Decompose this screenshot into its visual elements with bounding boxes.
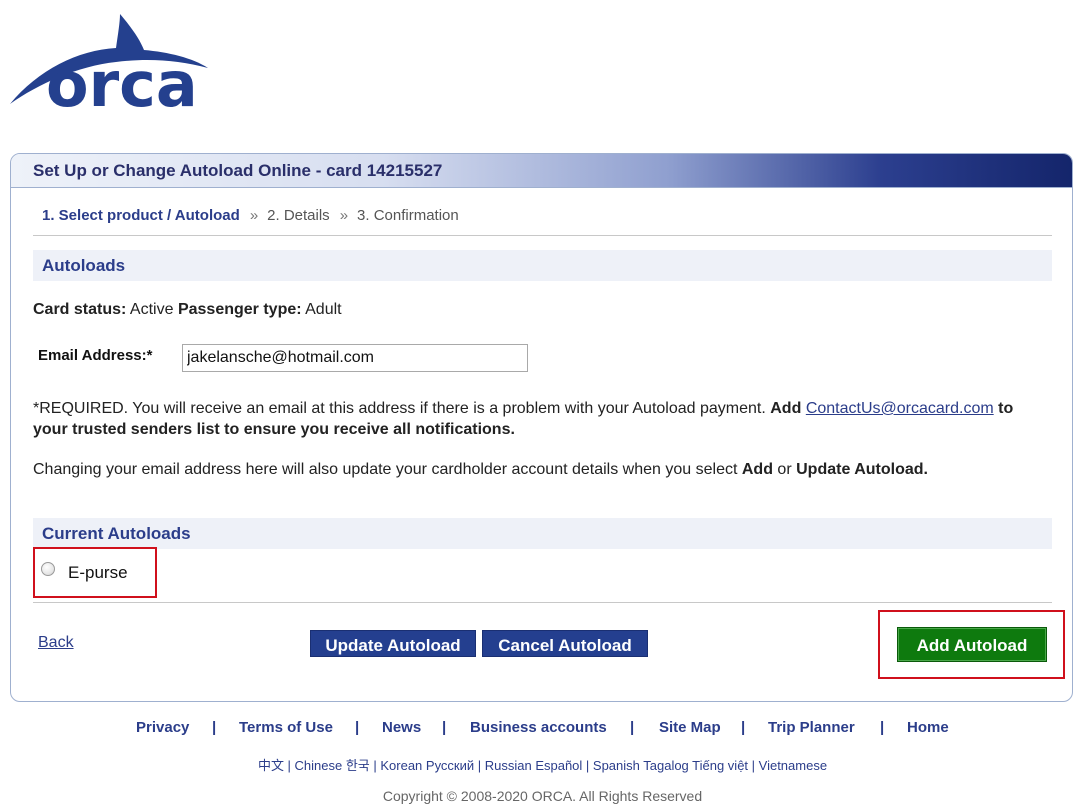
footer-separator: | <box>880 719 885 736</box>
cancel-autoload-button[interactable]: Cancel Autoload <box>482 630 648 657</box>
language-links[interactable]: 中文 | Chinese 한국 | Korean Русский | Russi… <box>0 755 1085 774</box>
passenger-type-label: Passenger type: <box>177 301 302 318</box>
step-separator: » <box>339 207 349 224</box>
footer-separator: | <box>212 719 217 736</box>
divider <box>33 602 1052 603</box>
step-1: 1. Select product / Autoload <box>42 207 240 224</box>
orca-logo-text: orca <box>46 48 198 112</box>
footer-link-trip-planner[interactable]: Trip Planner <box>768 719 855 736</box>
panel-header: Set Up or Change Autoload Online - card … <box>11 154 1072 188</box>
email-label: Email Address:* <box>38 347 153 364</box>
epurse-radio[interactable] <box>41 562 55 576</box>
required-text: *REQUIRED. You will receive an email at … <box>33 400 766 417</box>
changing-or: or <box>777 461 792 478</box>
step-3: 3. Confirmation <box>357 207 459 224</box>
changing-text: Changing your email address here will al… <box>33 461 738 478</box>
contact-email-link[interactable]: ContactUs@orcacard.com <box>806 400 994 417</box>
card-status-label: Card status: <box>33 301 127 318</box>
current-autoloads-heading: Current Autoloads <box>42 524 191 543</box>
changing-update: Update Autoload. <box>796 461 928 478</box>
orca-logo: orca <box>10 14 208 112</box>
autoload-panel: Set Up or Change Autoload Online - card … <box>10 153 1073 702</box>
required-add-text: Add <box>770 400 802 417</box>
card-status-value: Active <box>129 301 174 318</box>
footer-nav: Privacy | Terms of Use | News | Business… <box>0 719 1085 739</box>
step-breadcrumb: 1. Select product / Autoload » 2. Details »… <box>42 207 459 224</box>
footer-link-privacy[interactable]: Privacy <box>136 719 189 736</box>
footer-separator: | <box>741 719 746 736</box>
footer-link-news[interactable]: News <box>382 719 421 736</box>
email-change-notice: Changing your email address here will al… <box>33 459 1033 480</box>
copyright: Copyright © 2008-2020 ORCA. All Rights R… <box>382 788 703 804</box>
autoloads-heading: Autoloads <box>42 256 126 275</box>
step-separator: » <box>249 207 259 224</box>
epurse-radio-label[interactable]: E-purse <box>68 563 128 583</box>
footer-link-home[interactable]: Home <box>907 719 949 736</box>
step-2: 2. Details <box>267 207 330 224</box>
back-link[interactable]: Back <box>38 634 74 652</box>
footer-separator: | <box>355 719 360 736</box>
passenger-type-value: Adult <box>305 301 342 318</box>
card-status-line: Card status: Active Passenger type: Adul… <box>33 301 342 319</box>
autoloads-section-header: Autoloads <box>33 250 1052 281</box>
current-autoloads-section-header: Current Autoloads <box>33 518 1052 549</box>
email-field[interactable] <box>182 344 528 372</box>
footer-separator: | <box>442 719 447 736</box>
footer-link-business[interactable]: Business accounts <box>470 719 607 736</box>
panel-title: Set Up or Change Autoload Online - card … <box>33 161 443 180</box>
footer-separator: | <box>630 719 635 736</box>
add-autoload-button[interactable]: Add Autoload <box>897 627 1047 662</box>
footer-link-sitemap[interactable]: Site Map <box>659 719 721 736</box>
update-autoload-button[interactable]: Update Autoload <box>310 630 476 657</box>
divider <box>33 235 1052 236</box>
changing-add: Add <box>741 461 773 478</box>
footer-link-terms[interactable]: Terms of Use <box>239 719 333 736</box>
required-notice: *REQUIRED. You will receive an email at … <box>33 398 1033 440</box>
